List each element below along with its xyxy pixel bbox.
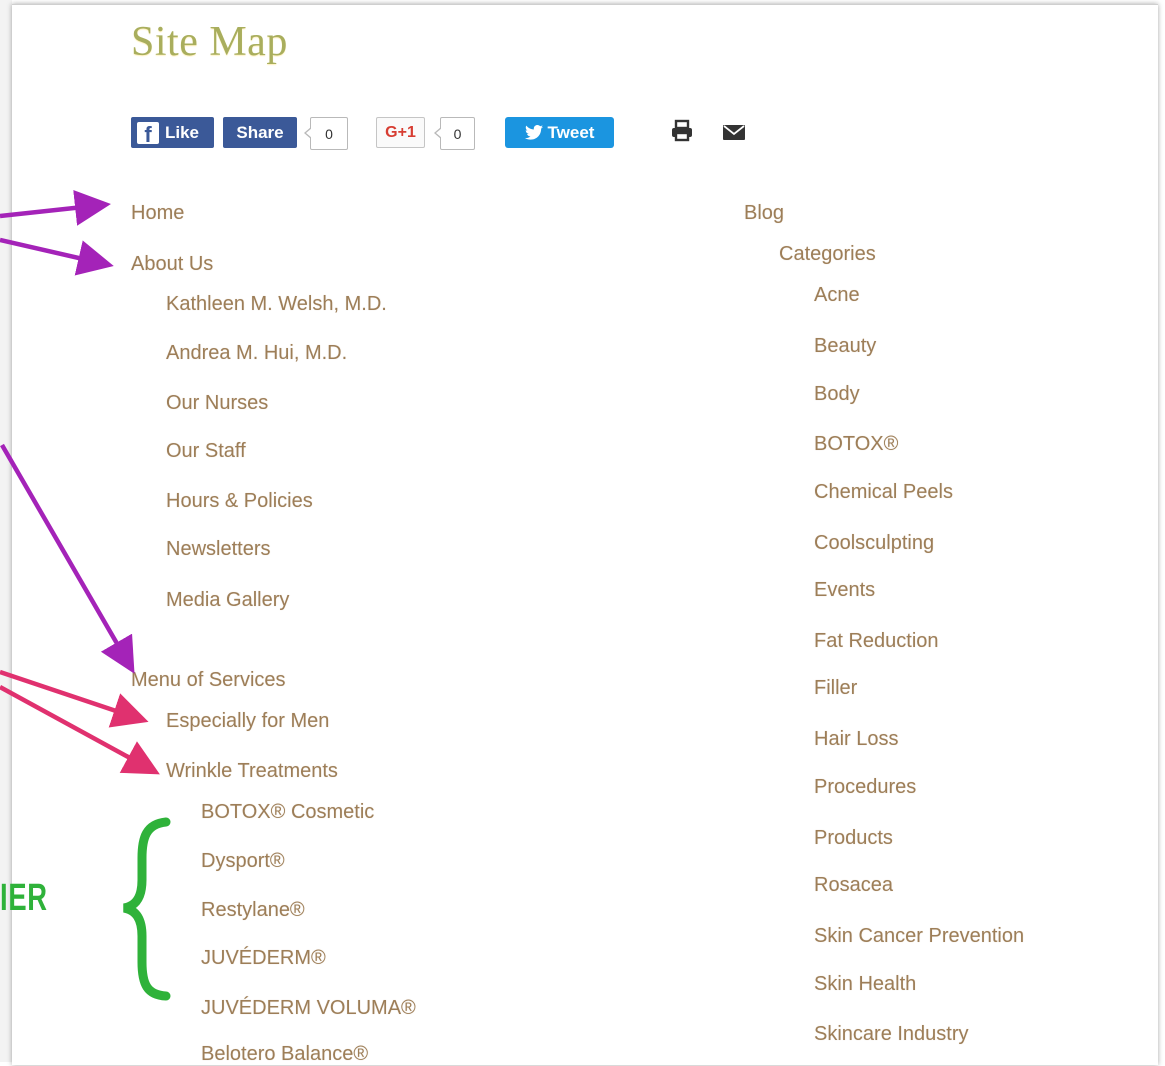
arrow-to-especially-for-men: [0, 669, 149, 728]
arrow-to-menu-of-services: [0, 443, 135, 674]
arrow-to-about-us: [0, 237, 114, 276]
arrow-to-home: [0, 189, 111, 226]
green-brace: [122, 817, 171, 1001]
tier-annotation-label: IER: [0, 877, 48, 919]
annotation-overlay: [0, 189, 171, 1001]
